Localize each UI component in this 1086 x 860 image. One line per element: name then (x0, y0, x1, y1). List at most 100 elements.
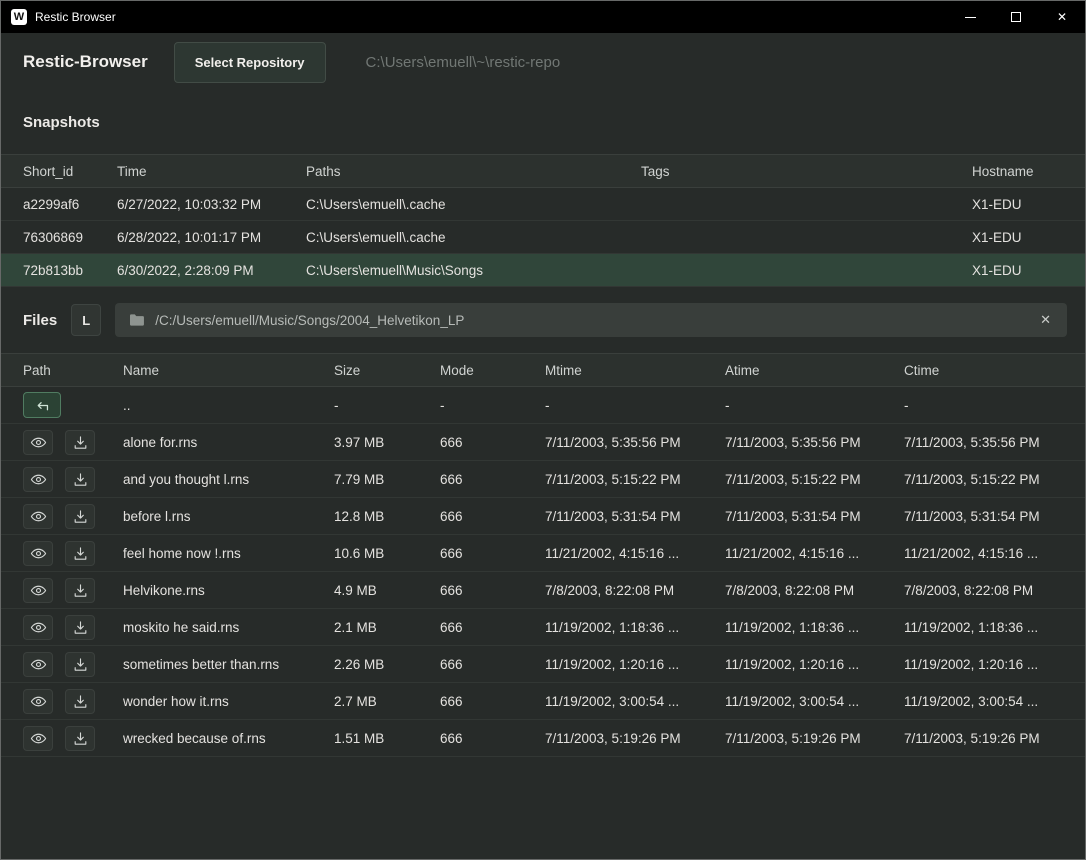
download-icon (73, 620, 88, 635)
file-row-actions (23, 541, 123, 566)
eye-icon (30, 546, 47, 561)
snapshot-paths: C:\Users\emuell\Music\Songs (306, 263, 641, 278)
preview-file-button[interactable] (23, 726, 53, 751)
file-mode: 666 (440, 509, 545, 524)
file-size: 2.1 MB (334, 620, 440, 635)
file-row: before l.rns 12.8 MB 666 7/11/2003, 5:31… (1, 498, 1085, 535)
download-file-button[interactable] (65, 467, 95, 492)
download-icon (73, 509, 88, 524)
download-file-button[interactable] (65, 689, 95, 714)
app-icon: W (11, 9, 27, 25)
file-size: 10.6 MB (334, 546, 440, 561)
snapshot-row[interactable]: a2299af6 6/27/2022, 10:03:32 PM C:\Users… (1, 188, 1085, 221)
close-icon: ✕ (1057, 10, 1067, 24)
preview-file-button[interactable] (23, 467, 53, 492)
download-icon (73, 472, 88, 487)
maximize-button[interactable] (993, 1, 1039, 33)
eye-icon (30, 620, 47, 635)
file-mtime: 7/8/2003, 8:22:08 PM (545, 583, 725, 598)
download-file-button[interactable] (65, 541, 95, 566)
file-name: alone for.rns (123, 435, 334, 450)
col-hostname: Hostname (972, 164, 1085, 179)
file-row: wrecked because of.rns 1.51 MB 666 7/11/… (1, 720, 1085, 757)
snapshot-short-id: 76306869 (23, 230, 117, 245)
file-name: before l.rns (123, 509, 334, 524)
download-file-button[interactable] (65, 430, 95, 455)
file-mtime: 11/19/2002, 3:00:54 ... (545, 694, 725, 709)
file-name: wrecked because of.rns (123, 731, 334, 746)
file-ctime: 11/19/2002, 3:00:54 ... (904, 694, 1085, 709)
files-mode-button[interactable]: L (71, 304, 101, 336)
file-row: feel home now !.rns 10.6 MB 666 11/21/20… (1, 535, 1085, 572)
snapshot-time: 6/28/2022, 10:01:17 PM (117, 230, 306, 245)
file-ctime: 7/11/2003, 5:35:56 PM (904, 435, 1085, 450)
file-atime: 11/19/2002, 1:20:16 ... (725, 657, 904, 672)
download-file-button[interactable] (65, 615, 95, 640)
preview-file-button[interactable] (23, 504, 53, 529)
file-mode: 666 (440, 731, 545, 746)
preview-file-button[interactable] (23, 578, 53, 603)
preview-file-button[interactable] (23, 689, 53, 714)
file-size: 2.7 MB (334, 694, 440, 709)
preview-file-button[interactable] (23, 430, 53, 455)
col-time: Time (117, 164, 306, 179)
empty-area (1, 757, 1085, 859)
files-table-header: Path Name Size Mode Mtime Atime Ctime (1, 353, 1085, 387)
preview-file-button[interactable] (23, 615, 53, 640)
file-atime: 11/19/2002, 3:00:54 ... (725, 694, 904, 709)
file-mtime: 7/11/2003, 5:19:26 PM (545, 731, 725, 746)
go-up-button[interactable] (23, 392, 61, 418)
file-row: and you thought l.rns 7.79 MB 666 7/11/2… (1, 461, 1085, 498)
snapshot-row[interactable]: 72b813bb 6/30/2022, 2:28:09 PM C:\Users\… (1, 254, 1085, 287)
file-size: 4.9 MB (334, 583, 440, 598)
close-button[interactable]: ✕ (1039, 1, 1085, 33)
parent-directory-row: .. - - - - - (1, 387, 1085, 424)
file-name: moskito he said.rns (123, 620, 334, 635)
snapshot-paths: C:\Users\emuell\.cache (306, 197, 641, 212)
download-file-button[interactable] (65, 652, 95, 677)
snapshot-row[interactable]: 76306869 6/28/2022, 10:01:17 PM C:\Users… (1, 221, 1085, 254)
download-icon (73, 546, 88, 561)
download-icon (73, 657, 88, 672)
eye-icon (30, 472, 47, 487)
file-row: Helvikone.rns 4.9 MB 666 7/8/2003, 8:22:… (1, 572, 1085, 609)
file-row-actions (23, 578, 123, 603)
file-ctime: 11/21/2002, 4:15:16 ... (904, 546, 1085, 561)
snapshots-table-body: a2299af6 6/27/2022, 10:03:32 PM C:\Users… (1, 188, 1085, 287)
file-row-actions (23, 652, 123, 677)
file-row-actions (23, 430, 123, 455)
file-atime: 11/21/2002, 4:15:16 ... (725, 546, 904, 561)
file-size: 1.51 MB (334, 731, 440, 746)
file-atime: 7/11/2003, 5:15:22 PM (725, 472, 904, 487)
repository-path: C:\Users\emuell\~\restic-repo (366, 54, 561, 71)
snapshot-paths: C:\Users\emuell\.cache (306, 230, 641, 245)
clear-path-button[interactable]: ✕ (1038, 312, 1053, 328)
snapshot-time: 6/30/2022, 2:28:09 PM (117, 263, 306, 278)
col-tags: Tags (641, 164, 972, 179)
file-ctime: 11/19/2002, 1:20:16 ... (904, 657, 1085, 672)
download-file-button[interactable] (65, 504, 95, 529)
col-path: Path (23, 363, 123, 378)
parent-row-actions (23, 392, 123, 418)
file-size: - (334, 398, 440, 413)
titlebar-left: W Restic Browser (1, 9, 116, 25)
download-file-button[interactable] (65, 578, 95, 603)
download-icon (73, 694, 88, 709)
file-row-actions (23, 504, 123, 529)
file-ctime: 7/11/2003, 5:19:26 PM (904, 731, 1085, 746)
download-file-button[interactable] (65, 726, 95, 751)
minimize-button[interactable] (947, 1, 993, 33)
select-repository-button[interactable]: Select Repository (174, 42, 326, 83)
preview-file-button[interactable] (23, 541, 53, 566)
eye-icon (30, 731, 47, 746)
file-atime: 7/11/2003, 5:35:56 PM (725, 435, 904, 450)
files-path-input[interactable]: /C:/Users/emuell/Music/Songs/2004_Helvet… (115, 303, 1067, 337)
eye-icon (30, 694, 47, 709)
snapshot-hostname: X1-EDU (972, 197, 1085, 212)
maximize-icon (1011, 12, 1021, 22)
window-controls: ✕ (947, 1, 1085, 33)
preview-file-button[interactable] (23, 652, 53, 677)
col-size: Size (334, 363, 440, 378)
file-size: 7.79 MB (334, 472, 440, 487)
files-table-body: alone for.rns 3.97 MB 666 7/11/2003, 5:3… (1, 424, 1085, 757)
